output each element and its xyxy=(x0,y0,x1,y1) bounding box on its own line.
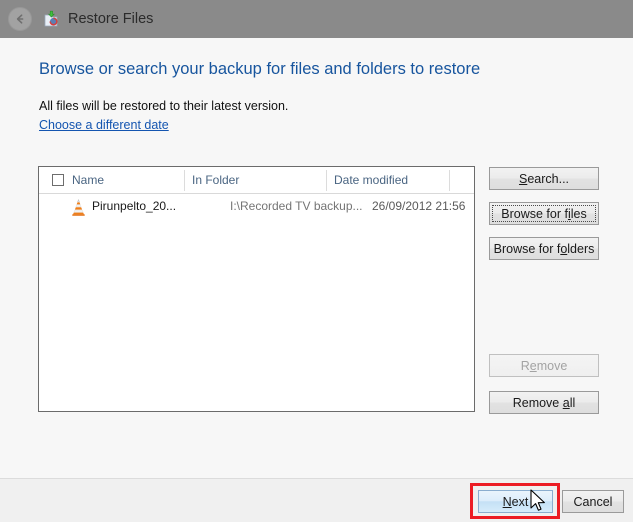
back-button[interactable] xyxy=(8,7,32,31)
page-subtext: All files will be restored to their late… xyxy=(39,99,289,113)
dialog-footer: Next Cancel xyxy=(0,478,633,522)
table-row[interactable]: Pirunpelto_20... I:\Recorded TV backup..… xyxy=(39,194,474,220)
column-header-in-folder[interactable]: In Folder xyxy=(192,173,239,187)
remove-all-button[interactable]: Remove all xyxy=(489,391,599,414)
window-title: Restore Files xyxy=(68,11,154,27)
cell-in-folder: I:\Recorded TV backup... xyxy=(230,199,363,213)
page-title: Browse or search your backup for files a… xyxy=(39,60,481,78)
search-button-label: Search... xyxy=(518,171,570,186)
remove-button: Remove xyxy=(489,354,599,377)
list-header-row: Name In Folder Date modified xyxy=(39,167,474,194)
column-header-date-modified[interactable]: Date modified xyxy=(334,173,408,187)
column-header-name[interactable]: Name xyxy=(72,173,104,187)
search-button[interactable]: Search... xyxy=(489,167,599,190)
column-divider[interactable] xyxy=(184,170,185,191)
back-arrow-icon xyxy=(13,12,27,26)
choose-different-date-link[interactable]: Choose a different date xyxy=(39,118,169,132)
vlc-cone-icon xyxy=(70,198,87,216)
select-all-checkbox[interactable] xyxy=(52,174,64,186)
remove-all-button-label: Remove all xyxy=(512,395,576,410)
column-divider[interactable] xyxy=(326,170,327,191)
cell-date-modified: 26/09/2012 21:56 xyxy=(372,199,466,213)
cancel-button[interactable]: Cancel xyxy=(562,490,624,513)
restore-file-list[interactable]: Name In Folder Date modified Pirunpelto_… xyxy=(38,166,475,412)
browse-for-files-button[interactable]: Browse for files xyxy=(489,202,599,225)
browse-for-folders-button[interactable]: Browse for folders xyxy=(489,237,599,260)
window-titlebar: Restore Files xyxy=(0,0,633,38)
browse-for-folders-button-label: Browse for folders xyxy=(493,241,595,256)
remove-button-label: Remove xyxy=(520,358,568,373)
next-button[interactable]: Next xyxy=(478,490,553,513)
cell-name: Pirunpelto_20... xyxy=(92,199,177,213)
browse-for-files-button-label: Browse for files xyxy=(501,206,587,221)
column-divider[interactable] xyxy=(449,170,450,191)
restore-files-icon xyxy=(42,10,60,28)
next-button-label: Next xyxy=(502,494,529,509)
content-area: Browse or search your backup for files a… xyxy=(0,38,633,478)
cancel-button-label: Cancel xyxy=(573,494,613,509)
